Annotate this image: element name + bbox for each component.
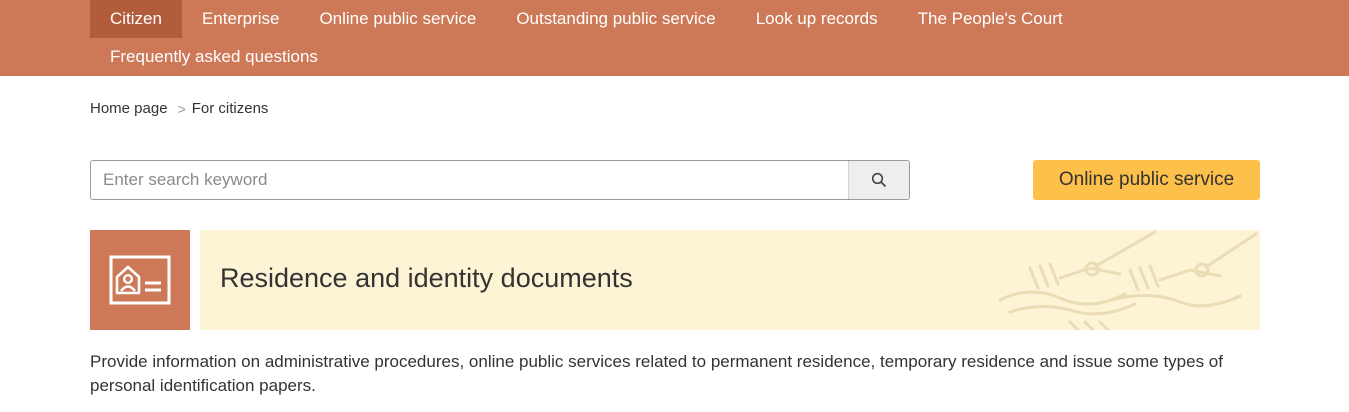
nav-item-peoples-court[interactable]: The People's Court: [898, 0, 1083, 38]
top-navigation: Citizen Enterprise Online public service…: [0, 0, 1349, 76]
category-title: Residence and identity documents: [220, 263, 633, 293]
bronze-drum-bird-pattern-icon: [998, 230, 1258, 330]
search-button[interactable]: [848, 161, 909, 199]
breadcrumb-current: For citizens: [191, 100, 269, 117]
online-public-service-button[interactable]: Online public service: [1033, 160, 1260, 200]
search-input[interactable]: [91, 161, 848, 199]
breadcrumb: Home page > For citizens: [90, 100, 268, 117]
breadcrumb-separator: >: [177, 100, 186, 117]
nav-item-outstanding-public-service[interactable]: Outstanding public service: [496, 0, 735, 38]
breadcrumb-home-link[interactable]: Home page: [90, 100, 168, 117]
nav-item-citizen[interactable]: Citizen: [90, 0, 182, 38]
category-icon-tile: [90, 230, 190, 330]
category-banner: Residence and identity documents: [200, 230, 1260, 330]
nav-item-enterprise[interactable]: Enterprise: [182, 0, 299, 38]
search-icon: [871, 172, 886, 187]
nav-menu: Citizen Enterprise Online public service…: [90, 0, 1260, 76]
nav-item-online-public-service[interactable]: Online public service: [299, 0, 496, 38]
search-bar: [90, 160, 910, 200]
category-description: Provide information on administrative pr…: [90, 352, 1223, 395]
id-card-icon: [109, 255, 171, 305]
nav-item-faq[interactable]: Frequently asked questions: [90, 38, 338, 76]
nav-item-look-up-records[interactable]: Look up records: [736, 0, 898, 38]
